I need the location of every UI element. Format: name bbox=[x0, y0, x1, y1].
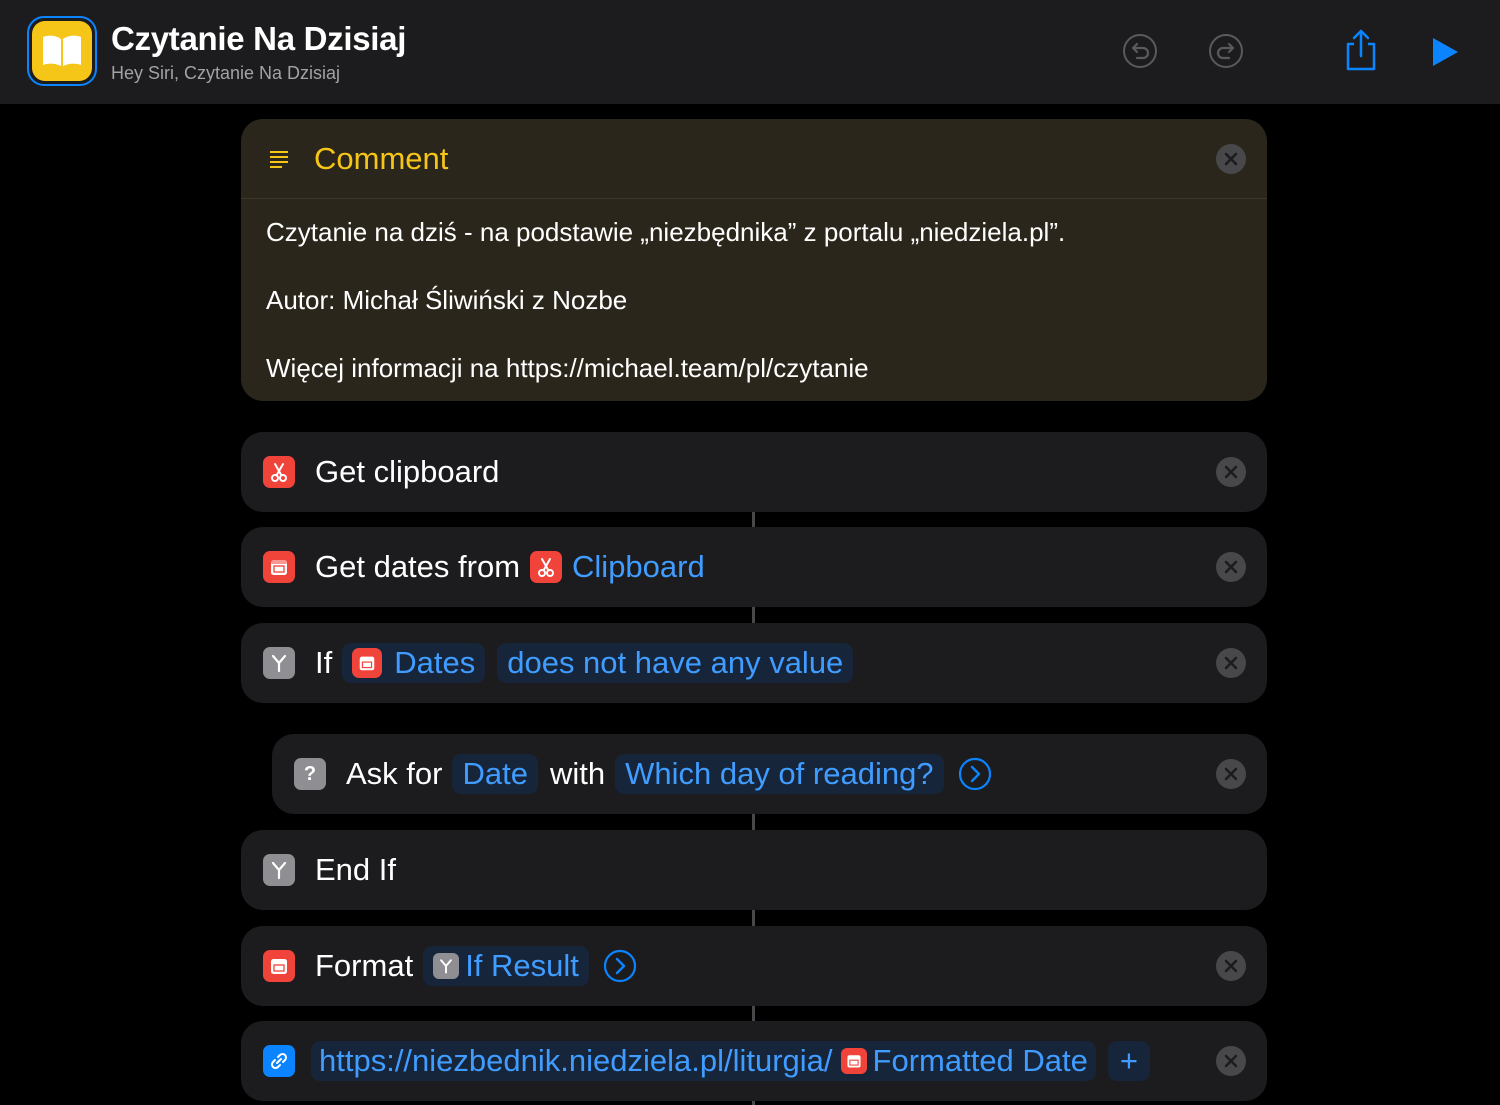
formatted-date-variable[interactable]: Formatted Date bbox=[873, 1043, 1088, 1079]
variable-label: Dates bbox=[394, 645, 476, 680]
calendar-icon bbox=[263, 950, 295, 982]
url-field[interactable]: https://niezbednik.niedziela.pl/liturgia… bbox=[311, 1041, 1096, 1081]
action-label: Ask for bbox=[346, 756, 443, 791]
redo-button[interactable] bbox=[1207, 32, 1245, 70]
get-dates-action[interactable]: Get dates from Clipboard bbox=[241, 527, 1267, 607]
connector-line bbox=[752, 814, 755, 831]
action-label: End If bbox=[315, 852, 396, 887]
chevron-right-circle-icon[interactable] bbox=[603, 949, 637, 983]
comment-line: Więcej informacji na https://michael.tea… bbox=[266, 353, 869, 383]
connector-line bbox=[752, 607, 755, 624]
variable-label: If Result bbox=[465, 948, 579, 983]
plus-icon: + bbox=[1119, 1043, 1139, 1078]
end-if-action[interactable]: End If bbox=[241, 830, 1267, 910]
comment-title: Comment bbox=[314, 141, 449, 176]
connector-line bbox=[752, 910, 755, 927]
prompt-field[interactable]: Which day of reading? bbox=[615, 754, 944, 794]
add-url-button[interactable]: + bbox=[1107, 1041, 1151, 1081]
redo-icon bbox=[1209, 34, 1243, 68]
text-lines-icon bbox=[270, 151, 288, 168]
if-result-variable[interactable]: If Result bbox=[423, 946, 589, 986]
prompt-label: Which day of reading? bbox=[625, 756, 934, 791]
scissors-icon bbox=[530, 551, 563, 583]
action-label: Get clipboard bbox=[315, 454, 500, 489]
calendar-icon bbox=[840, 1048, 867, 1074]
if-action[interactable]: If Dates does not have any value bbox=[241, 623, 1267, 703]
top-bar: Czytanie Na Dzisiaj Hey Siri, Czytanie N… bbox=[0, 0, 1500, 104]
branch-icon bbox=[263, 647, 295, 679]
condition-selector[interactable]: does not have any value bbox=[497, 643, 854, 683]
connector-line bbox=[752, 512, 755, 528]
share-button[interactable] bbox=[1343, 28, 1379, 72]
action-label: Get dates from bbox=[315, 549, 521, 584]
comment-line: Autor: Michał Śliwiński z Nozbe bbox=[266, 285, 628, 315]
app-icon[interactable] bbox=[27, 16, 97, 86]
branch-icon bbox=[263, 854, 295, 886]
calendar-icon bbox=[352, 648, 383, 678]
comment-text[interactable]: Czytanie na dziś - na podstawie „niezbęd… bbox=[266, 215, 1065, 419]
undo-icon bbox=[1123, 34, 1157, 68]
scissors-icon bbox=[263, 456, 295, 488]
question-mark-icon: ? bbox=[294, 758, 326, 790]
calendar-icon bbox=[263, 551, 295, 583]
action-label: If bbox=[315, 645, 333, 680]
link-icon bbox=[263, 1045, 295, 1077]
format-date-action[interactable]: Format If Result bbox=[241, 926, 1267, 1006]
undo-button[interactable] bbox=[1121, 32, 1159, 70]
input-type-label: Date bbox=[462, 756, 528, 791]
ask-for-input-action[interactable]: ? Ask for Date with Which day of reading… bbox=[272, 734, 1267, 814]
condition-label: does not have any value bbox=[507, 645, 844, 680]
remove-action-icon[interactable] bbox=[1215, 758, 1247, 790]
remove-action-icon[interactable] bbox=[1215, 143, 1247, 175]
remove-action-icon[interactable] bbox=[1215, 647, 1247, 679]
with-label: with bbox=[549, 756, 606, 791]
url-text: https://niezbednik.niedziela.pl/liturgia… bbox=[319, 1043, 833, 1078]
shortcut-title[interactable]: Czytanie Na Dzisiaj bbox=[111, 20, 406, 58]
remove-action-icon[interactable] bbox=[1215, 1045, 1247, 1077]
comment-line: Czytanie na dziś - na podstawie „niezbęd… bbox=[266, 217, 1066, 247]
remove-action-icon[interactable] bbox=[1215, 551, 1247, 583]
share-icon bbox=[1346, 29, 1376, 71]
clipboard-variable[interactable]: Clipboard bbox=[530, 547, 705, 587]
chevron-right-circle-icon[interactable] bbox=[958, 757, 992, 791]
branch-icon bbox=[433, 953, 460, 979]
connector-line bbox=[752, 1005, 755, 1022]
variable-label: Clipboard bbox=[572, 549, 705, 584]
url-action[interactable]: https://niezbednik.niedziela.pl/liturgia… bbox=[241, 1021, 1267, 1101]
comment-header: Comment bbox=[241, 119, 1267, 199]
remove-action-icon[interactable] bbox=[1215, 950, 1247, 982]
shortcut-subtitle: Hey Siri, Czytanie Na Dzisiaj bbox=[111, 63, 341, 83]
input-type-selector[interactable]: Date bbox=[452, 754, 538, 794]
action-label: Format bbox=[315, 948, 414, 983]
get-clipboard-action[interactable]: Get clipboard bbox=[241, 432, 1267, 512]
remove-action-icon[interactable] bbox=[1215, 456, 1247, 488]
run-button[interactable] bbox=[1429, 35, 1461, 69]
dates-variable[interactable]: Dates bbox=[342, 643, 486, 683]
comment-action[interactable]: Comment Czytanie na dziś - na podstawie … bbox=[241, 119, 1267, 401]
book-icon bbox=[43, 35, 81, 66]
play-icon bbox=[1433, 38, 1458, 66]
